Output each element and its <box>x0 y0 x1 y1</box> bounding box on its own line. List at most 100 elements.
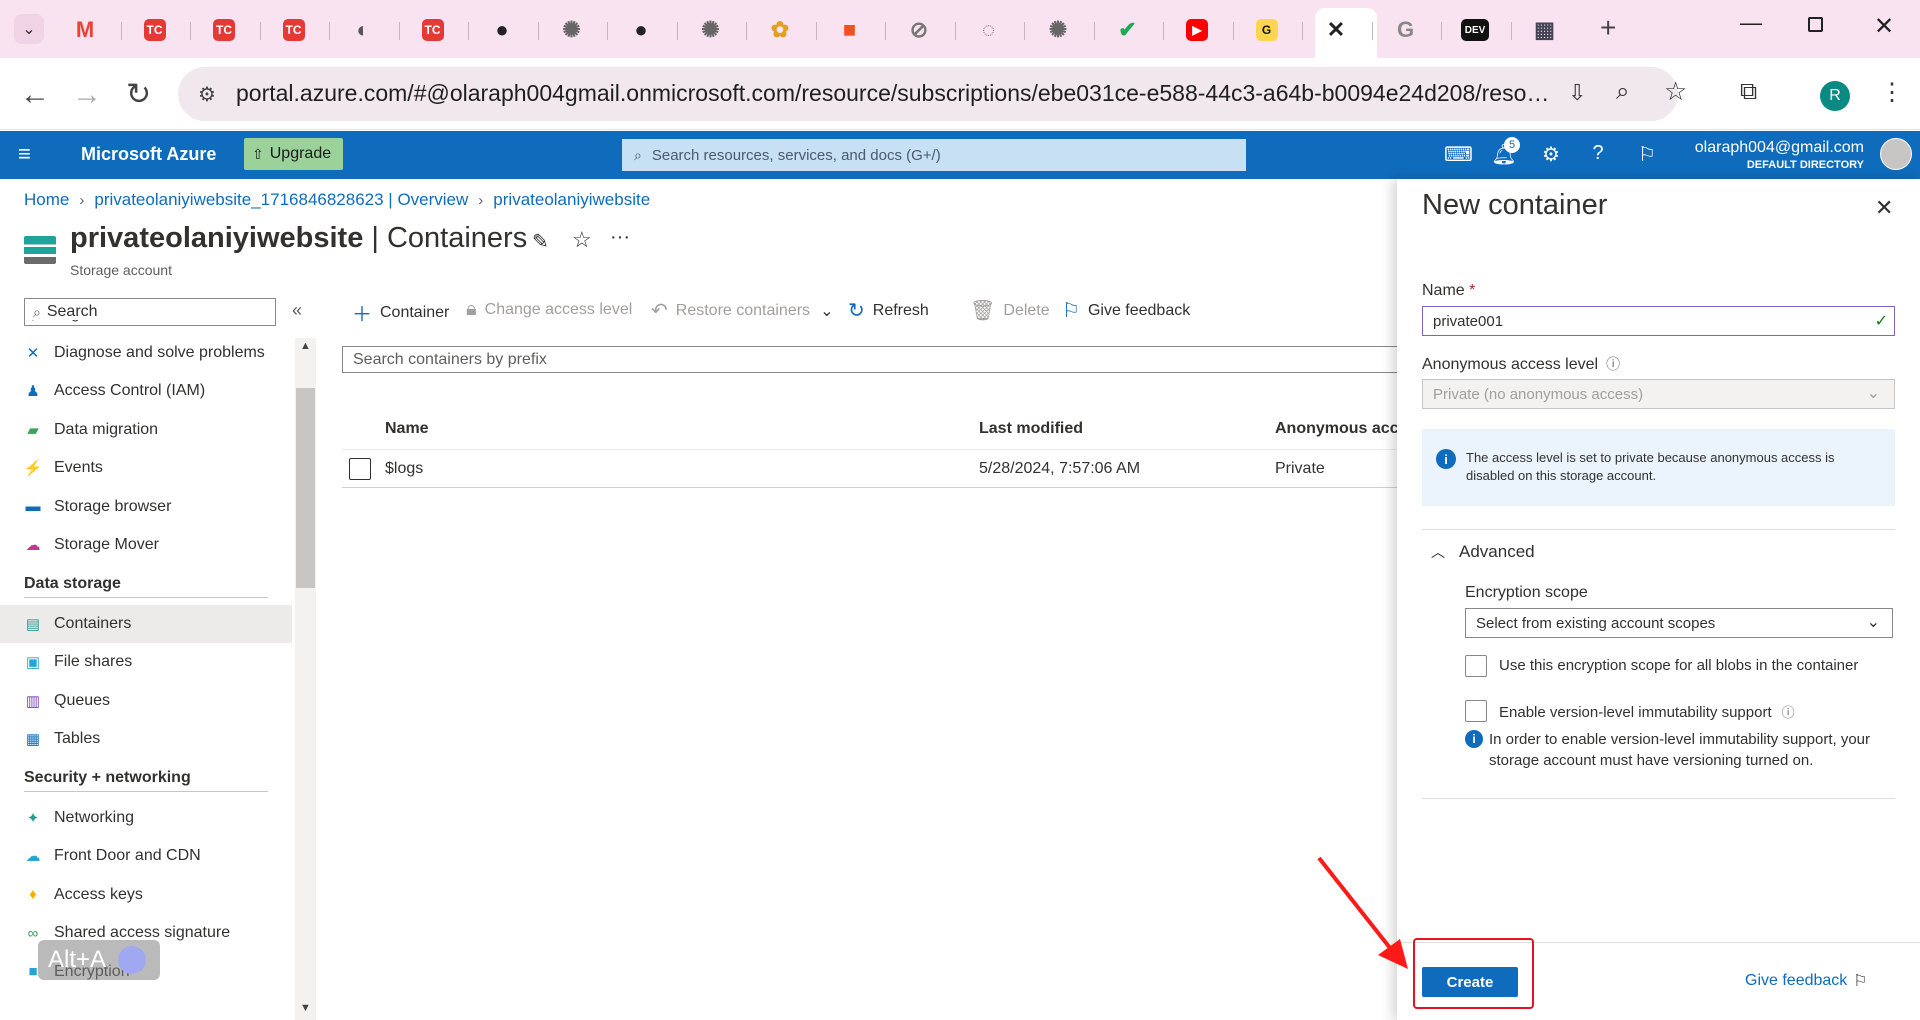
forward-icon[interactable]: → <box>72 80 102 110</box>
browser-tab[interactable]: G <box>1234 10 1300 50</box>
back-icon[interactable]: ← <box>20 80 50 110</box>
zoom-icon[interactable]: ⌕ <box>1616 78 1629 106</box>
reload-icon[interactable]: ↻ <box>126 80 151 110</box>
column-last-modified[interactable]: Last modified <box>979 420 1083 438</box>
azure-brand[interactable]: Microsoft Azure <box>81 144 216 165</box>
install-app-icon[interactable]: ⇩ <box>1568 80 1586 106</box>
tab-search-button[interactable]: ⌄ <box>14 14 44 44</box>
new-tab-button[interactable]: + <box>1600 12 1616 44</box>
sidebar-item[interactable]: ✕ Diagnose and solve problems <box>0 334 292 372</box>
immutability-checkbox-label[interactable]: Enable version-level immutability suppor… <box>1499 702 1795 721</box>
browser-tab[interactable]: M <box>52 10 118 50</box>
delete-button[interactable]: 🗑︎ Delete <box>970 298 1050 323</box>
user-email[interactable]: olaraph004@gmail.com <box>1694 139 1864 157</box>
access-level-label: Anonymous access level ⓘ <box>1422 354 1620 374</box>
sidebar-item[interactable]: ✦ Networking <box>0 799 292 837</box>
breadcrumb-account[interactable]: privateolaniyiwebsite <box>493 190 650 210</box>
access-level-select[interactable]: Private (no anonymous access) ⌄ <box>1422 379 1895 409</box>
immutability-checkbox[interactable] <box>1465 700 1487 722</box>
sidebar-item[interactable]: ▰ Data migration <box>0 411 292 449</box>
filter-containers-input[interactable]: Search containers by prefix <box>342 346 1402 373</box>
sidebar-item[interactable]: ▥ Queues <box>0 682 292 720</box>
site-info-icon[interactable]: ⚙ <box>198 82 216 107</box>
give-feedback-label: Give feedback <box>1087 301 1191 319</box>
row-checkbox[interactable] <box>349 458 371 480</box>
chrome-menu-icon[interactable]: ⋮ <box>1880 78 1904 107</box>
bookmark-star-icon[interactable]: ☆ <box>1664 76 1687 107</box>
browser-tab[interactable]: ✕ <box>1303 10 1369 50</box>
browser-tab[interactable]: TC <box>400 10 466 50</box>
add-container-button[interactable]: ＋ Container <box>352 298 449 327</box>
sidebar-item[interactable]: ⚡ Events <box>0 449 292 487</box>
browser-tab[interactable]: ● <box>608 10 674 50</box>
browser-tab[interactable]: ● <box>469 10 535 50</box>
cloud-shell-icon[interactable]: ⌨ <box>1444 142 1473 167</box>
sidebar-item[interactable]: ▬ Storage browser <box>0 488 292 526</box>
browser-tab[interactable]: ✺ <box>1025 10 1091 50</box>
collapse-sidebar-icon[interactable]: « <box>292 300 302 321</box>
sidebar-item[interactable]: ♟ Access Control (IAM) <box>0 372 292 410</box>
browser-tab[interactable]: ◐ <box>330 10 396 50</box>
breadcrumb-overview[interactable]: privateolaniyiwebsite_1716846828623 | Ov… <box>94 190 468 210</box>
user-avatar[interactable] <box>1880 138 1912 170</box>
refresh-button[interactable]: ↻ Refresh <box>848 298 929 323</box>
sidebar-item[interactable]: ▣ File shares <box>0 643 292 681</box>
more-options-icon[interactable]: ··· <box>610 226 630 249</box>
help-icon[interactable]: ? <box>1585 142 1611 165</box>
upgrade-button[interactable]: ⇧ Upgrade <box>244 138 343 170</box>
sidebar-item[interactable]: ☁ Front Door and CDN <box>0 837 292 875</box>
browser-tab[interactable]: TC <box>261 10 327 50</box>
portal-menu-icon[interactable]: ≡ <box>18 141 31 167</box>
profile-avatar[interactable]: R <box>1820 81 1850 111</box>
favorite-star-icon[interactable]: ☆ <box>572 227 592 253</box>
breadcrumb-home[interactable]: Home <box>24 190 69 210</box>
window-close-icon[interactable]: ✕ <box>1874 12 1894 41</box>
browser-tab[interactable]: ■ <box>817 10 883 50</box>
browser-tab[interactable]: ✺ <box>678 10 744 50</box>
change-access-button[interactable]: 🔒︎ Change access level <box>466 298 632 321</box>
sidebar-item[interactable]: ▦ Tables <box>0 720 292 758</box>
encryption-scope-select[interactable]: Select from existing account scopes ⌄ <box>1465 608 1893 638</box>
create-button[interactable]: Create <box>1422 967 1518 997</box>
browser-tab[interactable]: ▦ <box>1512 10 1578 50</box>
table-row[interactable]: $logs 5/28/2024, 7:57:06 AM Private <box>342 450 1397 488</box>
browser-tab[interactable]: ◌ <box>956 10 1022 50</box>
browser-tab[interactable]: TC <box>122 10 188 50</box>
scroll-up-icon[interactable]: ▲ <box>300 340 311 352</box>
azure-search-input[interactable]: ⌕ Search resources, services, and docs (… <box>622 139 1246 171</box>
browser-tab[interactable]: ✔ <box>1095 10 1161 50</box>
browser-tab[interactable]: ⊘ <box>886 10 952 50</box>
browser-tab[interactable]: ✺ <box>539 10 605 50</box>
panel-close-icon[interactable]: ✕ <box>1875 195 1893 221</box>
panel-feedback-link[interactable]: Give feedback ⚐ <box>1745 971 1868 991</box>
column-name[interactable]: Name <box>385 420 429 438</box>
sidebar-item-label: Queues <box>54 691 111 709</box>
scroll-thumb[interactable] <box>296 388 315 588</box>
scroll-down-icon[interactable]: ▼ <box>300 1002 311 1014</box>
feedback-icon[interactable]: ⚐ <box>1634 142 1660 167</box>
container-name-input[interactable]: private001 ✓ <box>1422 306 1895 336</box>
restore-icon[interactable] <box>1808 17 1823 32</box>
browser-tab[interactable]: DEV <box>1442 10 1508 50</box>
settings-icon[interactable]: ⚙ <box>1538 142 1564 167</box>
encryption-scope-checkbox[interactable] <box>1465 655 1487 677</box>
add-container-label: Container <box>380 303 450 321</box>
sidebar-item[interactable]: ☁ Storage Mover <box>0 526 292 564</box>
browser-tab[interactable]: G <box>1373 10 1439 50</box>
browser-tab[interactable]: TC <box>191 10 257 50</box>
encryption-scope-checkbox-label[interactable]: Use this encryption scope for all blobs … <box>1499 657 1858 674</box>
url-text[interactable]: portal.azure.com/#@olaraph004gmail.onmic… <box>236 80 1556 107</box>
sidebar-scrollbar[interactable]: ▲ ▼ <box>295 338 316 1020</box>
browser-tab[interactable]: ▶ <box>1164 10 1230 50</box>
restore-containers-button[interactable]: ↶ Restore containers ⌄ <box>651 298 833 323</box>
minimize-icon[interactable]: — <box>1740 10 1762 36</box>
sidebar-item[interactable]: ◆ Tags <box>0 320 292 333</box>
extensions-icon[interactable]: ⧉ <box>1740 78 1757 106</box>
browser-tab[interactable]: ✿ <box>747 10 813 50</box>
sidebar-item[interactable]: ♦ Access keys <box>0 876 292 914</box>
advanced-toggle[interactable]: ︿ Advanced <box>1431 542 1535 562</box>
row-name[interactable]: $logs <box>385 460 423 478</box>
pin-icon[interactable]: ✎ <box>532 229 549 254</box>
sidebar-item[interactable]: ▤ Containers <box>0 604 292 643</box>
give-feedback-button[interactable]: ⚐ Give feedback <box>1062 298 1190 323</box>
